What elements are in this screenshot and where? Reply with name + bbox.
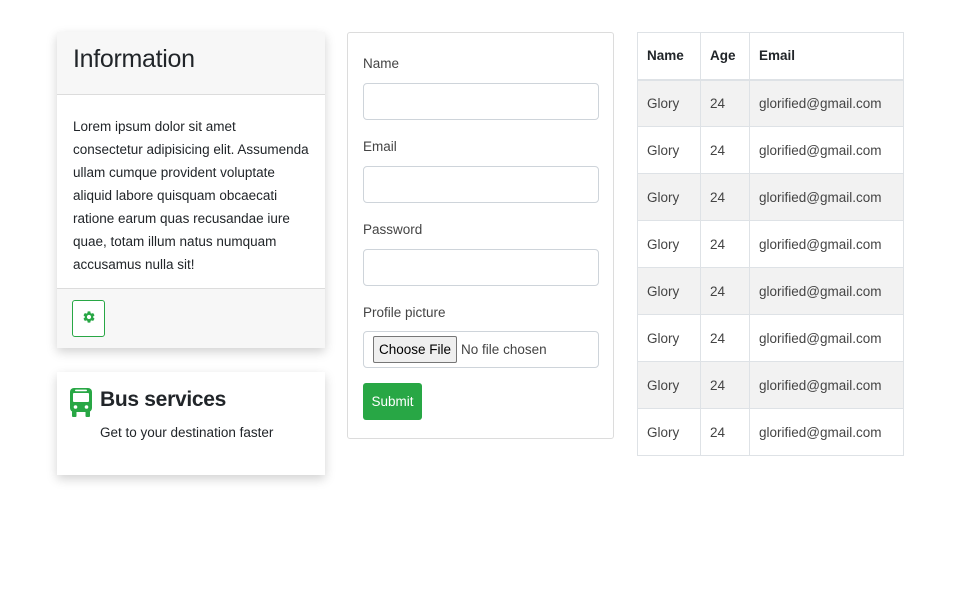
name-cell: Glory bbox=[637, 267, 701, 315]
settings-button[interactable] bbox=[72, 300, 105, 337]
profile-picture-file-input: Choose File No file chosen bbox=[363, 331, 599, 368]
age-cell: 24 bbox=[700, 408, 750, 456]
bus-services-subtitle: Get to your destination faster bbox=[100, 425, 274, 440]
email-input[interactable] bbox=[363, 166, 599, 203]
column-header-email: Email bbox=[749, 32, 904, 81]
age-cell: 24 bbox=[700, 220, 750, 268]
email-cell: glorified@gmail.com bbox=[749, 314, 904, 362]
users-table: Name Age Email Glory 24 glorified@gmail.… bbox=[637, 32, 904, 456]
email-cell: glorified@gmail.com bbox=[749, 126, 904, 174]
table-row: Glory 24 glorified@gmail.com bbox=[637, 79, 904, 127]
name-cell: Glory bbox=[637, 314, 701, 362]
age-cell: 24 bbox=[700, 267, 750, 315]
age-cell: 24 bbox=[700, 173, 750, 221]
table-header-row: Name Age Email bbox=[637, 32, 904, 81]
bus-services-title: Bus services bbox=[100, 388, 226, 411]
name-cell: Glory bbox=[637, 220, 701, 268]
email-cell: glorified@gmail.com bbox=[749, 220, 904, 268]
bus-services-card: Bus services Get to your destination fas… bbox=[57, 372, 325, 475]
age-cell: 24 bbox=[700, 126, 750, 174]
table-row: Glory 24 glorified@gmail.com bbox=[637, 267, 904, 315]
table-body: Glory 24 glorified@gmail.com Glory 24 gl… bbox=[637, 79, 904, 456]
table-row: Glory 24 glorified@gmail.com bbox=[637, 173, 904, 221]
table-row: Glory 24 glorified@gmail.com bbox=[637, 408, 904, 456]
column-header-age: Age bbox=[700, 32, 750, 81]
choose-file-button[interactable]: Choose File bbox=[373, 336, 458, 363]
profile-picture-label: Profile picture bbox=[363, 305, 446, 320]
table-row: Glory 24 glorified@gmail.com bbox=[637, 220, 904, 268]
information-text: Lorem ipsum dolor sit amet consectetur a… bbox=[73, 119, 309, 272]
information-card-footer bbox=[57, 288, 325, 348]
email-label: Email bbox=[363, 139, 397, 154]
password-input[interactable] bbox=[363, 249, 599, 286]
information-title: Information bbox=[73, 45, 195, 73]
submit-button[interactable]: Submit bbox=[363, 383, 422, 420]
name-cell: Glory bbox=[637, 79, 701, 127]
information-card: Information Lorem ipsum dolor sit amet c… bbox=[57, 32, 325, 348]
name-cell: Glory bbox=[637, 173, 701, 221]
name-cell: Glory bbox=[637, 408, 701, 456]
information-card-body: Lorem ipsum dolor sit amet consectetur a… bbox=[57, 95, 325, 288]
table-row: Glory 24 glorified@gmail.com bbox=[637, 314, 904, 362]
profile-form: Name Email Password Profile picture Choo… bbox=[347, 32, 614, 439]
table-row: Glory 24 glorified@gmail.com bbox=[637, 361, 904, 409]
email-cell: glorified@gmail.com bbox=[749, 173, 904, 221]
email-cell: glorified@gmail.com bbox=[749, 408, 904, 456]
email-cell: glorified@gmail.com bbox=[749, 79, 904, 127]
name-input[interactable] bbox=[363, 83, 599, 120]
name-cell: Glory bbox=[637, 126, 701, 174]
email-cell: glorified@gmail.com bbox=[749, 361, 904, 409]
email-cell: glorified@gmail.com bbox=[749, 267, 904, 315]
age-cell: 24 bbox=[700, 314, 750, 362]
file-status-text: No file chosen bbox=[461, 342, 547, 357]
age-cell: 24 bbox=[700, 361, 750, 409]
bus-icon bbox=[69, 387, 93, 423]
gear-icon bbox=[82, 310, 96, 327]
information-card-header: Information bbox=[57, 32, 325, 95]
column-header-name: Name bbox=[637, 32, 701, 81]
password-label: Password bbox=[363, 222, 423, 237]
table-row: Glory 24 glorified@gmail.com bbox=[637, 126, 904, 174]
name-cell: Glory bbox=[637, 361, 701, 409]
age-cell: 24 bbox=[700, 79, 750, 127]
name-label: Name bbox=[363, 56, 400, 71]
